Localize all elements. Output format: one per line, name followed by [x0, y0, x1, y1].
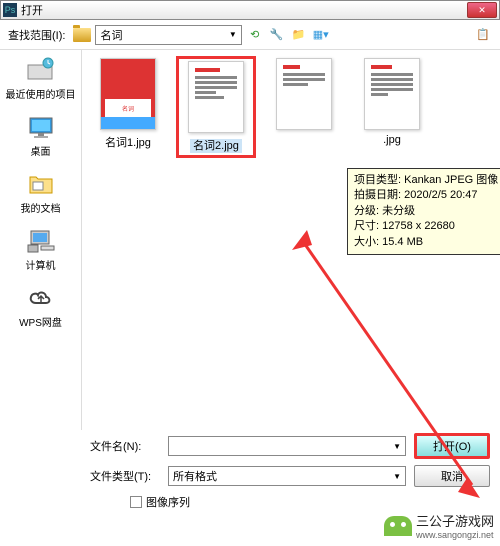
current-folder: 名词: [100, 27, 122, 43]
tooltip-size: 大小: 15.4 MB: [354, 235, 500, 250]
sidebar-computer[interactable]: 计算机: [23, 225, 59, 274]
back-button[interactable]: ⟲: [246, 26, 264, 44]
filetype-value: 所有格式: [173, 468, 217, 484]
sidebar-recent-label: 最近使用的项目: [6, 86, 76, 101]
file-name: 名词2.jpg: [190, 137, 242, 153]
desktop-icon: [25, 113, 57, 141]
image-sequence-checkbox[interactable]: [130, 496, 142, 508]
file-name: 名词1.jpg: [105, 134, 151, 150]
filetype-dropdown[interactable]: 所有格式 ▼: [168, 466, 406, 486]
sidebar-documents-label: 我的文档: [21, 200, 61, 215]
file-item-selected[interactable]: 名词2.jpg: [176, 56, 256, 158]
file-item[interactable]: [264, 56, 344, 136]
open-button[interactable]: 打开(O): [414, 433, 490, 459]
cloud-icon: [25, 284, 57, 312]
watermark-name: 三公子游戏网: [416, 511, 494, 530]
sidebar-computer-label: 计算机: [26, 257, 56, 272]
dropdown-arrow-icon: ▼: [393, 442, 401, 451]
extra-button[interactable]: 📋: [474, 26, 492, 44]
file-item[interactable]: .jpg: [352, 56, 432, 148]
filename-label: 文件名(N):: [90, 438, 160, 454]
file-item[interactable]: 名词 名词1.jpg: [88, 56, 168, 152]
watermark-url: www.sangongzi.net: [416, 530, 494, 540]
app-icon: Ps: [3, 3, 17, 17]
file-thumbnail: 名词: [100, 58, 156, 130]
up-button[interactable]: 🔧: [268, 26, 286, 44]
dropdown-arrow-icon: ▼: [393, 472, 401, 481]
range-label: 查找范围(I):: [8, 27, 65, 43]
filetype-label: 文件类型(T):: [90, 468, 160, 484]
file-thumbnail: [188, 61, 244, 133]
tooltip-dims: 尺寸: 12758 x 22680: [354, 219, 500, 234]
sidebar-desktop-label: 桌面: [31, 143, 51, 158]
new-folder-button[interactable]: 📁: [290, 26, 308, 44]
tooltip-rating: 分级: 未分级: [354, 204, 500, 219]
titlebar: Ps 打开 ✕: [0, 0, 500, 20]
sidebar-wps-label: WPS网盘: [19, 314, 62, 329]
dialog-title: 打开: [21, 2, 467, 18]
sidebar-desktop[interactable]: 桌面: [23, 111, 59, 160]
view-menu-button[interactable]: ▦▾: [312, 26, 330, 44]
file-thumbnail: [364, 58, 420, 130]
dropdown-arrow-icon: ▼: [229, 30, 237, 39]
file-thumbnail: [276, 58, 332, 130]
image-sequence-label: 图像序列: [146, 494, 190, 510]
path-dropdown[interactable]: 名词 ▼: [95, 25, 241, 45]
close-button[interactable]: ✕: [467, 2, 497, 18]
file-list[interactable]: 名词 名词1.jpg 名词2.jpg: [82, 50, 500, 430]
recent-icon: [25, 56, 57, 84]
sidebar: 最近使用的项目 桌面 我的文档 计算机: [0, 50, 82, 430]
file-name: .jpg: [383, 134, 401, 146]
sidebar-documents[interactable]: 我的文档: [19, 168, 63, 217]
sidebar-wps[interactable]: WPS网盘: [17, 282, 64, 331]
toolbar: 查找范围(I): 名词 ▼ ⟲ 🔧 📁 ▦▾ 📋: [0, 20, 500, 50]
watermark-icon: [384, 516, 412, 536]
computer-icon: [25, 227, 57, 255]
cancel-button[interactable]: 取消: [414, 465, 490, 487]
tooltip-date: 拍摄日期: 2020/2/5 20:47: [354, 188, 500, 203]
filename-input[interactable]: ▼: [168, 436, 406, 456]
documents-icon: [25, 170, 57, 198]
bottom-panel: 文件名(N): ▼ 打开(O) 文件类型(T): 所有格式 ▼ 取消 图像序列: [0, 430, 500, 518]
tooltip-type: 项目类型: Kankan JPEG 图像: [354, 173, 500, 188]
watermark: 三公子游戏网 www.sangongzi.net: [384, 511, 494, 540]
file-tooltip: 项目类型: Kankan JPEG 图像 拍摄日期: 2020/2/5 20:4…: [347, 168, 500, 255]
sidebar-recent[interactable]: 最近使用的项目: [4, 54, 78, 103]
folder-icon: [73, 28, 91, 42]
